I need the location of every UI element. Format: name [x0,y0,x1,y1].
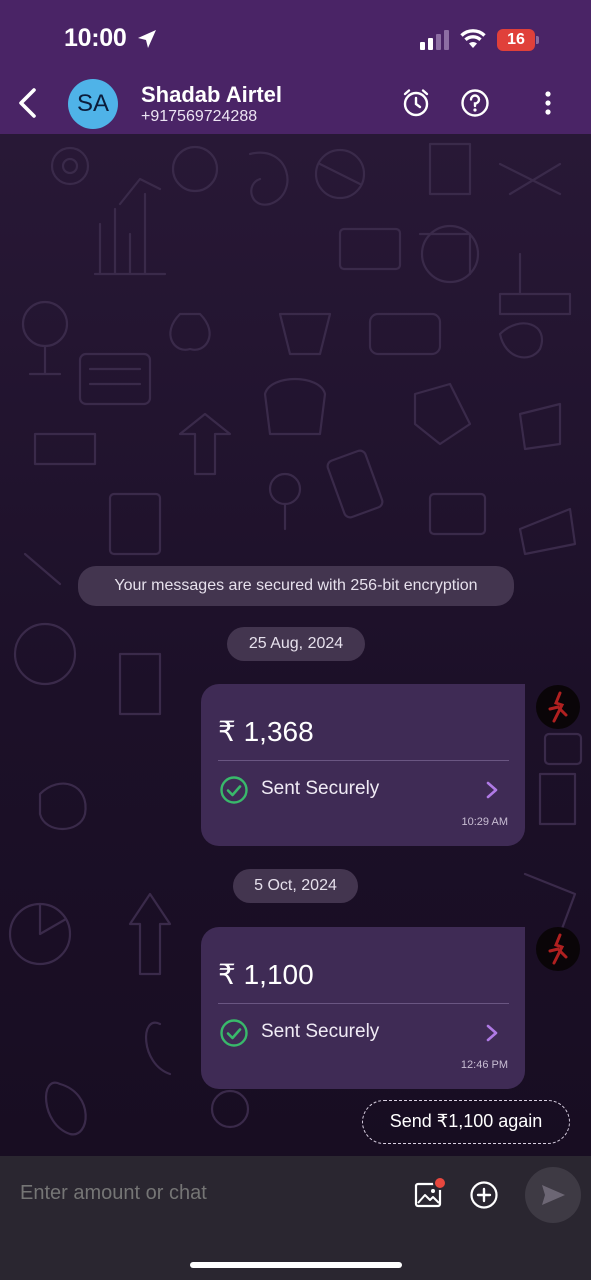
message-time: 12:46 PM [460,1059,508,1071]
send-button[interactable] [525,1167,581,1223]
encryption-notice: Your messages are secured with 256-bit e… [78,566,514,606]
status-time: 10:00 [64,24,127,52]
contact-phone: +917569724288 [141,108,258,125]
bubble-divider [218,760,509,761]
payment-bubble[interactable]: ₹ 1,368 Sent Securely 10:29 AM [201,684,525,846]
wifi-icon [460,29,486,48]
payment-status: Sent Securely [261,1021,380,1042]
send-arrow-icon [542,1185,565,1205]
location-arrow-icon [138,30,156,48]
payment-status: Sent Securely [261,778,380,799]
cellular-signal-icon [420,30,449,50]
contact-avatar[interactable]: SA [68,79,118,129]
battery-level: 16 [507,31,525,48]
app-header: 10:00 16 SA Shadab Airtel +917569724288 [0,0,591,134]
payment-amount: ₹ 1,368 [218,716,314,747]
message-time: 10:29 AM [461,816,508,828]
check-circle-icon [220,1019,248,1047]
send-again-button[interactable]: Send ₹1,100 again [362,1100,570,1144]
plus-circle-icon[interactable] [469,1180,499,1210]
alarm-clock-icon[interactable] [401,88,431,118]
chevron-right-icon[interactable] [484,780,500,800]
chevron-right-icon[interactable] [484,1023,500,1043]
home-indicator[interactable] [190,1262,402,1268]
more-options-icon[interactable] [533,88,563,118]
date-separator: 5 Oct, 2024 [233,869,358,903]
status-bar: 10:00 16 [0,0,591,70]
date-separator: 25 Aug, 2024 [227,627,365,661]
user-avatar[interactable] [536,927,580,971]
notification-dot [433,1176,447,1190]
help-icon[interactable] [460,88,490,118]
contact-name[interactable]: Shadab Airtel [141,82,282,108]
bubble-divider [218,1003,509,1004]
payment-bubble[interactable]: ₹ 1,100 Sent Securely 12:46 PM [201,927,525,1089]
payment-amount: ₹ 1,100 [218,959,314,990]
chat-area[interactable]: Your messages are secured with 256-bit e… [0,134,591,1156]
amount-chat-input[interactable] [20,1182,380,1205]
user-avatar[interactable] [536,685,580,729]
back-arrow-icon[interactable] [12,86,44,120]
check-circle-icon [220,776,248,804]
battery-indicator: 16 [497,29,540,51]
